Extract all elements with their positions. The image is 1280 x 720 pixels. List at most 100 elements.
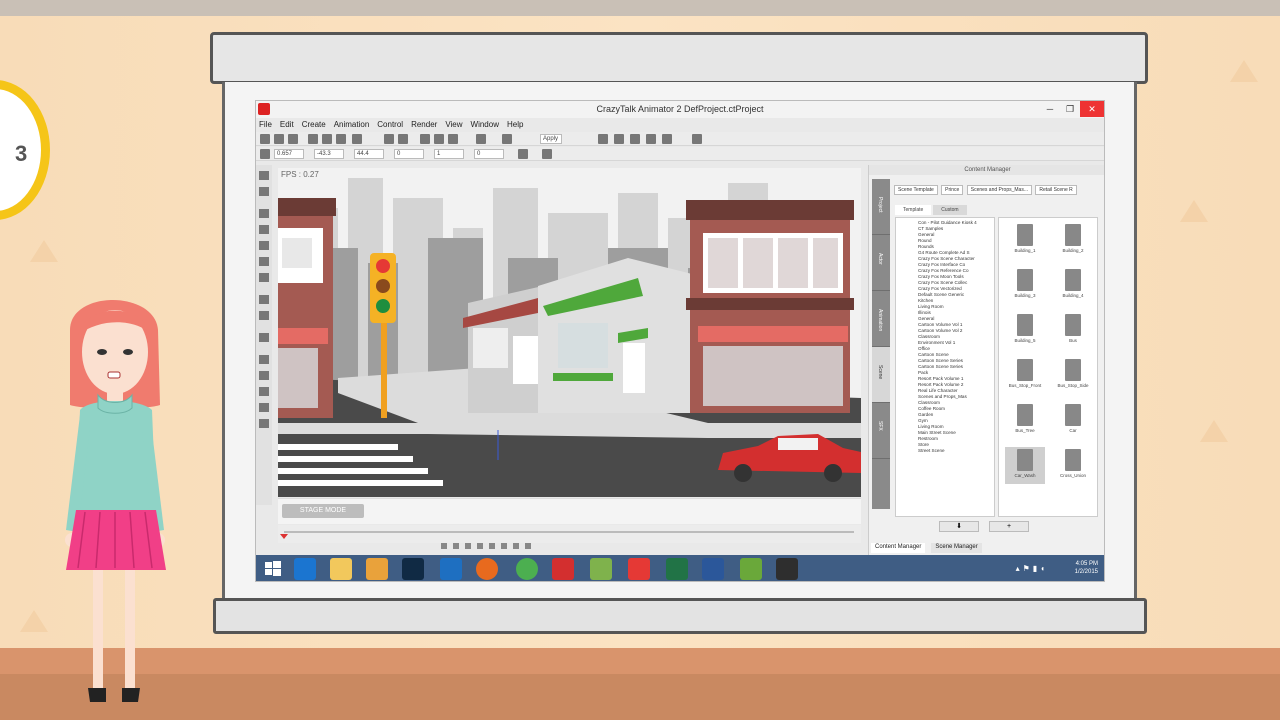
pen-tool-icon[interactable] — [259, 187, 269, 196]
tab-template[interactable]: Template — [895, 205, 932, 215]
internet-explorer-icon[interactable] — [294, 558, 316, 580]
stop-icon[interactable] — [477, 543, 483, 549]
render-icon[interactable] — [336, 134, 346, 144]
undo-icon[interactable] — [384, 134, 394, 144]
play-icon[interactable] — [465, 543, 471, 549]
add-button[interactable]: + — [989, 521, 1029, 532]
stage-mode-button[interactable]: STAGE MODE — [282, 504, 364, 518]
download-icon[interactable] — [614, 134, 624, 144]
camtasia-recorder-icon[interactable] — [740, 558, 762, 580]
maximize-button[interactable]: ❐ — [1060, 101, 1080, 117]
tab-content-manager[interactable]: Content Manager — [871, 543, 926, 553]
side-tab-scene[interactable]: Scene — [872, 347, 890, 403]
link-tool-icon[interactable] — [259, 311, 269, 320]
redo-icon[interactable] — [398, 134, 408, 144]
first-frame-icon[interactable] — [441, 543, 447, 549]
height-field[interactable]: 1 — [434, 149, 464, 159]
export-icon[interactable] — [322, 134, 332, 144]
pan-icon[interactable] — [630, 134, 640, 144]
scene-tool-icon[interactable] — [259, 241, 269, 250]
scale-icon[interactable] — [476, 134, 486, 144]
menu-help[interactable]: Help — [507, 118, 523, 131]
reset-icon[interactable] — [646, 134, 656, 144]
last-frame-icon[interactable] — [501, 543, 507, 549]
close-button[interactable]: ✕ — [1080, 101, 1104, 117]
chrome-icon[interactable] — [516, 558, 538, 580]
menu-edit[interactable]: Edit — [280, 118, 294, 131]
props-tool-icon[interactable] — [259, 225, 269, 234]
chevron-down-icon[interactable] — [518, 149, 528, 159]
side-tab-actor[interactable]: Actor — [872, 235, 890, 291]
open-project-icon[interactable] — [274, 134, 284, 144]
settings-icon[interactable] — [692, 134, 702, 144]
layer-tool-icon[interactable] — [259, 295, 269, 304]
media-player-icon[interactable] — [366, 558, 388, 580]
content-thumbnail[interactable]: Car — [1053, 402, 1093, 439]
menu-control[interactable]: Control — [377, 118, 403, 131]
y-field[interactable]: -43.3 — [314, 149, 344, 159]
audio-tool-icon[interactable] — [259, 257, 269, 266]
content-thumbnail[interactable]: Bus_Stop_Side — [1053, 357, 1093, 394]
check-icon[interactable] — [542, 149, 552, 159]
excel-icon[interactable] — [666, 558, 688, 580]
sprite-tool-icon[interactable] — [259, 371, 269, 380]
download-button[interactable]: ⬇ — [939, 521, 979, 532]
side-tab-sfx[interactable]: SFX — [872, 403, 890, 459]
face-tool-icon[interactable] — [259, 333, 269, 342]
content-thumbnail[interactable]: Building_2 — [1053, 222, 1093, 259]
apply-field[interactable]: Apply — [540, 134, 562, 144]
breadcrumb-item[interactable]: Scenes and Props_Mas... — [966, 185, 1032, 195]
rotate-icon[interactable] — [448, 134, 458, 144]
pointer-tool-icon[interactable] — [259, 171, 269, 180]
content-thumbnail[interactable]: Cross_Union — [1053, 447, 1093, 484]
scale-field[interactable]: 0 — [474, 149, 504, 159]
camtasia-icon[interactable] — [590, 558, 612, 580]
width-field[interactable]: 0 — [394, 149, 424, 159]
minimize-button[interactable]: ─ — [1040, 101, 1060, 117]
breadcrumb-item[interactable]: Scene Template — [894, 185, 938, 195]
transform-tool-icon[interactable] — [259, 387, 269, 396]
breadcrumb-item[interactable]: Retail Scene R — [1035, 185, 1077, 195]
align-icon[interactable] — [260, 149, 270, 159]
folder-tree[interactable]: Con - Pilot Guidance Kiosk 4 CT Samples Ge… — [895, 217, 995, 517]
timeline-playhead[interactable] — [280, 534, 288, 539]
side-tab-project[interactable]: Project — [872, 179, 890, 235]
content-thumbnail[interactable]: Bus — [1053, 312, 1093, 349]
new-project-icon[interactable] — [260, 134, 270, 144]
loop-icon[interactable] — [513, 543, 519, 549]
clock-readout[interactable]: 4:05 PM 1/2/2015 — [1075, 560, 1098, 576]
menu-file[interactable]: File — [259, 118, 272, 131]
import-icon[interactable] — [308, 134, 318, 144]
x-field[interactable]: 0.657 — [274, 149, 304, 159]
acrobat-icon[interactable] — [628, 558, 650, 580]
menu-animation[interactable]: Animation — [334, 118, 370, 131]
breadcrumb-item[interactable]: Prince — [941, 185, 964, 195]
menu-view[interactable]: View — [445, 118, 462, 131]
tab-custom[interactable]: Custom — [933, 205, 967, 215]
grid-icon[interactable] — [662, 134, 672, 144]
content-thumbnail[interactable]: Building_4 — [1053, 267, 1093, 304]
menu-window[interactable]: Window — [471, 118, 499, 131]
content-thumbnail[interactable]: Building_3 — [1005, 267, 1045, 304]
z-field[interactable]: 44.4 — [354, 149, 384, 159]
mask-tool-icon[interactable] — [259, 419, 269, 428]
tree-item[interactable]: Street Scene — [918, 448, 991, 454]
content-thumbnail[interactable]: Car_Wash — [1005, 447, 1045, 484]
word-icon[interactable] — [702, 558, 724, 580]
content-thumbnail[interactable]: Bus_Tree — [1005, 402, 1045, 439]
prev-frame-icon[interactable] — [453, 543, 459, 549]
motion-tool-icon[interactable] — [259, 355, 269, 364]
actor-tool-icon[interactable] — [259, 209, 269, 218]
side-tab-animation[interactable]: Animation — [872, 291, 890, 347]
select-icon[interactable] — [420, 134, 430, 144]
tab-scene-manager[interactable]: Scene Manager — [931, 543, 982, 553]
menu-render[interactable]: Render — [411, 118, 437, 131]
windows-start-icon[interactable] — [262, 558, 284, 580]
system-tray-icons[interactable]: ▴⚑▮◖ — [1016, 564, 1048, 573]
next-frame-icon[interactable] — [489, 543, 495, 549]
volume-icon[interactable] — [525, 543, 531, 549]
menu-create[interactable]: Create — [302, 118, 326, 131]
file-explorer-icon[interactable] — [330, 558, 352, 580]
move-icon[interactable] — [434, 134, 444, 144]
content-thumbnail[interactable]: Building_5 — [1005, 312, 1045, 349]
